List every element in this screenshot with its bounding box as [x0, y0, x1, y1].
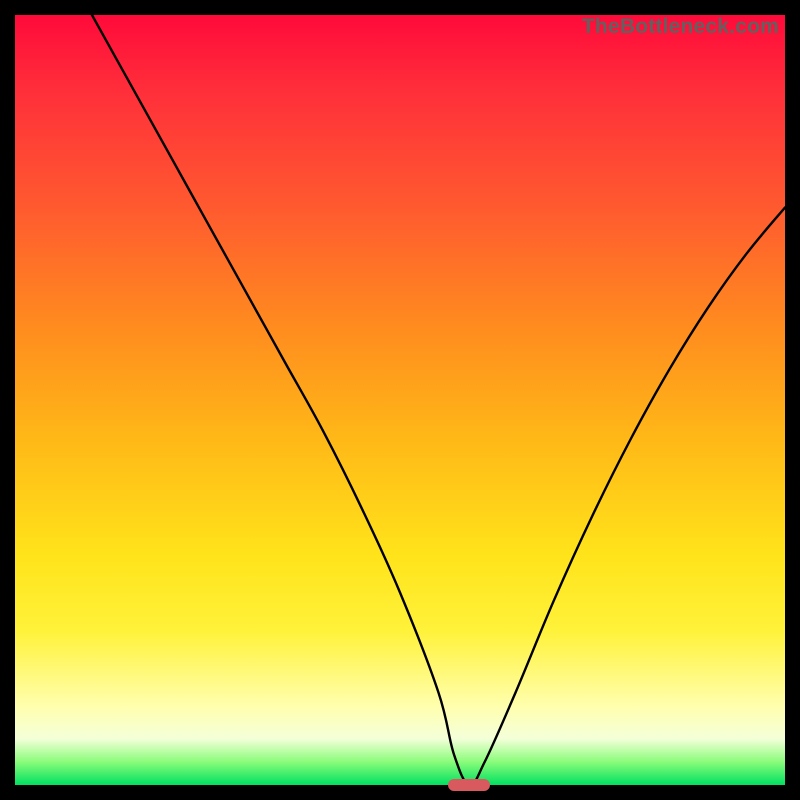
watermark-text: TheBottleneck.com — [582, 15, 779, 39]
chart-stage: TheBottleneck.com — [0, 0, 800, 800]
minimum-marker — [448, 779, 490, 791]
bottleneck-curve — [15, 15, 785, 785]
plot-area: TheBottleneck.com — [15, 15, 785, 785]
